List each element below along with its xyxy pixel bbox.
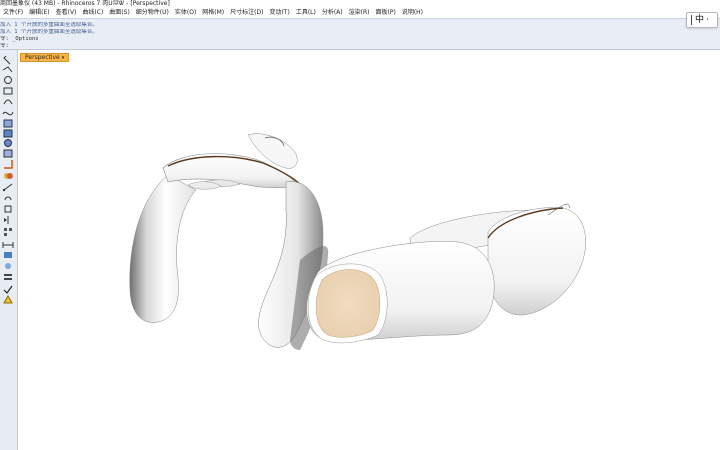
- viewport-tab-label: Perspective: [25, 53, 60, 61]
- array-icon[interactable]: [4, 228, 12, 236]
- menu-item-12[interactable]: 渲染(R): [346, 8, 373, 18]
- front-capsule-part[interactable]: [306, 241, 495, 344]
- dimension-icon[interactable]: [2, 242, 14, 248]
- chevron-down-icon: ▾: [61, 54, 65, 61]
- rotate-icon[interactable]: [4, 196, 12, 201]
- warning-icon[interactable]: [3, 294, 13, 304]
- menu-item-5[interactable]: 细分物件(U): [133, 8, 172, 18]
- menu-item-14[interactable]: 说明(H): [399, 8, 426, 18]
- check-icon[interactable]: [3, 285, 13, 294]
- fillet-icon[interactable]: [4, 160, 13, 169]
- viewport-tab-perspective[interactable]: Perspective ▾: [20, 53, 70, 62]
- command-prompt[interactable]: 令:: [0, 43, 720, 50]
- polyline-icon[interactable]: [2, 66, 13, 73]
- menu-item-11[interactable]: 分析(A): [319, 8, 346, 18]
- menu-item-13[interactable]: 面板(P): [373, 8, 399, 18]
- menu-item-9[interactable]: 变动(T): [266, 8, 292, 18]
- arc-icon[interactable]: [3, 99, 13, 105]
- menu-item-7[interactable]: 网格(M): [199, 8, 227, 18]
- mesh-icon[interactable]: [3, 149, 13, 158]
- boolean-icon[interactable]: [4, 173, 13, 179]
- command-last-line: 令: _Options: [0, 36, 39, 42]
- menu-bar: 文件(F) 编辑(E) 查看(V) 曲线(C) 曲面(S) 细分物件(U) 实体(O) 网格(…: [0, 8, 720, 18]
- select-point-icon[interactable]: [3, 55, 11, 65]
- command-history-panel[interactable]: 加入 1 个开放的多重曲面至选取集合。 加入 1 个开放的多重曲面至选取集合。 …: [0, 18, 720, 50]
- mirror-icon[interactable]: [4, 216, 9, 224]
- analyze-icon[interactable]: [4, 252, 12, 258]
- menu-item-4[interactable]: 曲面(S): [106, 8, 133, 18]
- menu-item-1[interactable]: 编辑(E): [26, 8, 52, 18]
- text-cursor-icon: [691, 15, 692, 25]
- window-title: 商回墨象仪 (43 MB) - Rhinoceros 7 肉Ǔ泤Ꮤ - [Per…: [0, 0, 720, 8]
- extrude-icon[interactable]: [3, 129, 13, 138]
- menu-item-8[interactable]: 尺寸标注(D): [227, 8, 266, 18]
- layer-icon[interactable]: [4, 274, 12, 280]
- 3d-model-scene[interactable]: [18, 50, 720, 450]
- curve-icon[interactable]: [2, 111, 14, 116]
- rectangle-icon[interactable]: [3, 87, 13, 95]
- top-bridge-part[interactable]: [162, 133, 301, 189]
- perspective-viewport[interactable]: Perspective ▾: [18, 50, 720, 450]
- toolbar-icons: [2, 55, 14, 304]
- scale-icon[interactable]: [4, 205, 12, 213]
- ime-extra-label: ·: [706, 15, 709, 25]
- render-icon[interactable]: [5, 263, 11, 269]
- menu-item-10[interactable]: 工具(L): [293, 8, 319, 18]
- command-history-line-2: 加入 1 个开放的多重曲面至选取集合。: [0, 29, 98, 35]
- menu-item-6[interactable]: 实体(O): [172, 8, 199, 18]
- solid-icon[interactable]: [4, 139, 12, 147]
- ime-language-label: 中: [695, 15, 705, 25]
- surface-icon[interactable]: [3, 119, 13, 128]
- transform-icon[interactable]: [2, 183, 13, 192]
- command-history-line-1: 加入 1 个开放的多重曲面至选取集合。: [0, 22, 98, 28]
- menu-item-3[interactable]: 曲线(C): [79, 8, 106, 18]
- left-arm-part[interactable]: [129, 174, 197, 323]
- menu-item-2[interactable]: 查看(V): [53, 8, 80, 18]
- left-toolbar: [0, 50, 18, 450]
- menu-item-0[interactable]: 文件(F): [0, 8, 26, 18]
- ime-indicator[interactable]: 中 ·: [686, 12, 718, 28]
- circle-icon[interactable]: [4, 76, 12, 84]
